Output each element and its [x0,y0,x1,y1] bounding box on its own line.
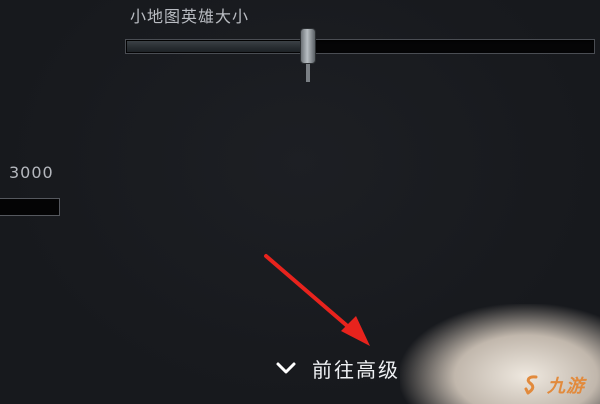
minimap-hero-size-label: 小地图英雄大小 [130,7,250,26]
minimap-hero-size-slider[interactable] [125,39,595,54]
chevron-down-icon [276,362,296,374]
arrow-head [341,316,370,346]
arrow-shaft [264,254,354,332]
settings-screen: 小地图英雄大小 3000 前往高级 九游 [0,0,600,404]
go-to-advanced-label: 前往高级 [312,357,400,382]
slider-fill [127,41,309,52]
slider-thumb-stem [306,64,311,82]
value-input-field[interactable] [0,198,60,216]
go-to-advanced-button[interactable]: 前往高级 [274,353,400,383]
range-max-label: 3000 [9,163,54,182]
slider-thumb[interactable] [300,28,317,64]
jiuyou-logo-icon [524,375,538,395]
watermark-logo: 九游 [521,372,585,398]
watermark-text: 九游 [547,376,585,397]
